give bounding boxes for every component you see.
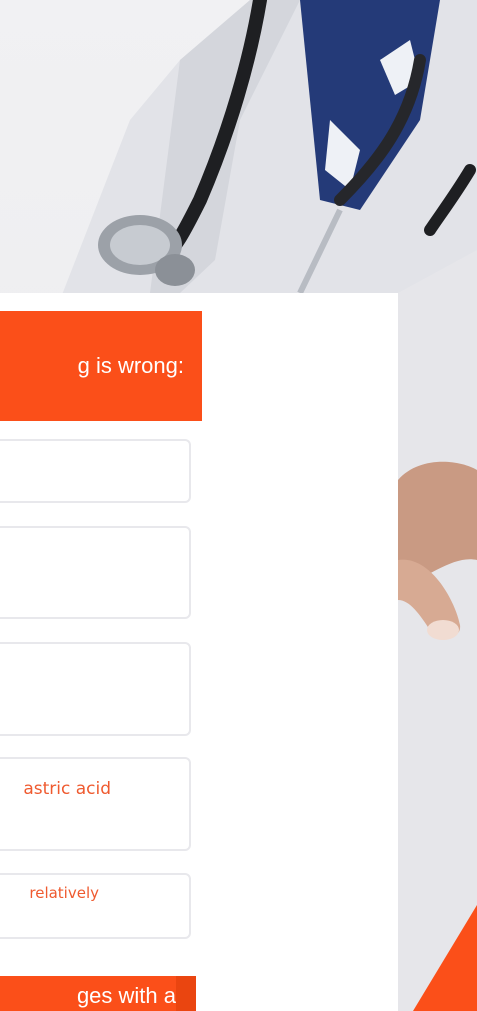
question-text: g is wrong: bbox=[77, 353, 184, 378]
next-question-banner: ges with a bbox=[0, 976, 196, 1011]
banner-edge bbox=[176, 976, 196, 1011]
answer-option-text: astric acid bbox=[23, 779, 111, 799]
answer-option-1[interactable] bbox=[0, 439, 191, 503]
answer-option-text: relatively bbox=[29, 884, 99, 902]
quiz-card: g is wrong: astric acid relatively ges w… bbox=[0, 293, 398, 1011]
next-question-text: ges with a bbox=[76, 983, 176, 1008]
answer-option-5[interactable]: relatively bbox=[0, 873, 191, 939]
answer-option-3[interactable] bbox=[0, 642, 191, 736]
answer-option-4[interactable]: astric acid bbox=[0, 757, 191, 851]
answer-option-2[interactable] bbox=[0, 526, 191, 619]
question-banner: g is wrong: bbox=[0, 311, 202, 421]
